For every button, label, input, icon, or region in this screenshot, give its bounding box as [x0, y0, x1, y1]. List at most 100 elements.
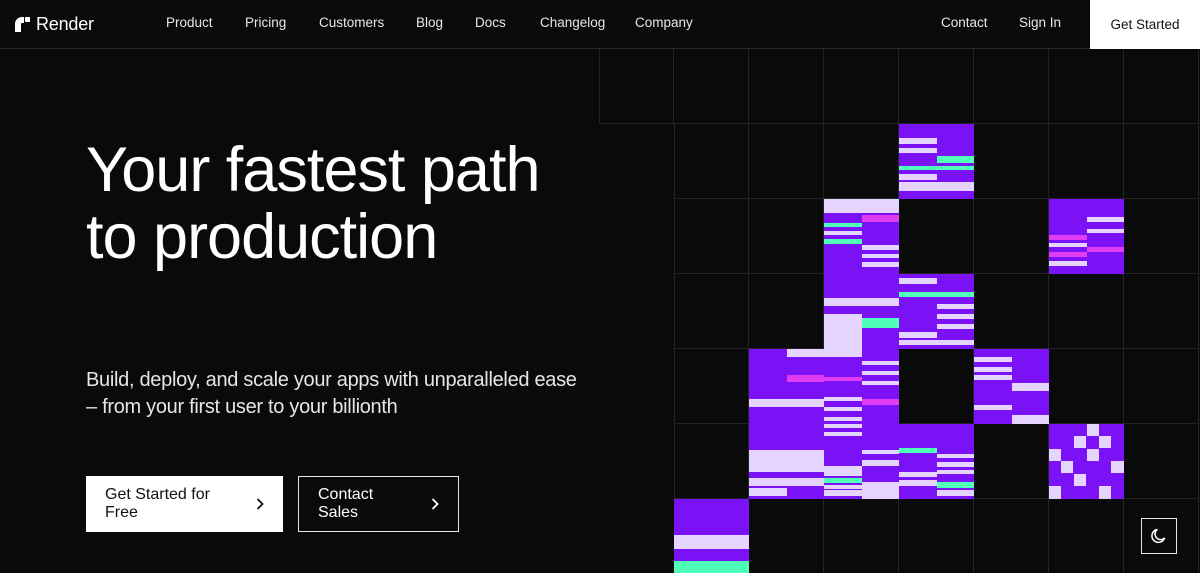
grid-cell — [749, 274, 824, 349]
tile-stripe — [899, 448, 937, 453]
grid-cell — [674, 49, 749, 124]
tile-stripe — [824, 298, 899, 306]
nav-link-blog[interactable]: Blog — [416, 15, 443, 30]
tile-stripe — [862, 254, 899, 258]
grid-cell — [674, 124, 749, 199]
hero-subline: Build, deploy, and scale your apps with … — [86, 369, 577, 418]
grid-tile — [1049, 199, 1124, 274]
tile-stripe — [899, 174, 937, 180]
tile-stripe — [1087, 229, 1124, 233]
top-nav: Render Product Pricing Customers Blog Do… — [0, 0, 1200, 49]
grid-tile — [674, 499, 749, 573]
grid-cell — [1049, 124, 1124, 199]
tile-stripe — [937, 156, 974, 163]
grid-cell — [1049, 49, 1124, 124]
nav-link-product[interactable]: Product — [166, 15, 213, 30]
tile-stripe — [824, 490, 862, 496]
brand-logo[interactable]: Render — [14, 12, 94, 36]
tile-stripe — [899, 472, 937, 477]
nav-link-changelog[interactable]: Changelog — [540, 15, 605, 30]
tile-stripe — [862, 361, 899, 365]
tile-stripe — [749, 399, 824, 407]
tile-stripe — [824, 478, 862, 483]
tile-stripe — [1049, 449, 1061, 461]
tile-stripe — [1087, 424, 1099, 436]
tile-stripe — [937, 462, 974, 467]
tile-stripe — [899, 480, 937, 486]
tile-stripe — [899, 278, 937, 284]
tile-stripe — [824, 314, 862, 349]
tile-stripe — [824, 466, 862, 476]
tile-stripe — [1087, 449, 1099, 461]
tile-stripe — [862, 460, 899, 466]
tile-stripe — [1099, 436, 1111, 448]
tile-stripe — [824, 231, 862, 235]
grid-cell — [674, 199, 749, 274]
tile-stripe — [824, 397, 862, 401]
grid-tile — [749, 424, 824, 499]
grid-tile — [899, 124, 974, 199]
tile-stripe — [824, 239, 862, 244]
grid-cell — [974, 124, 1049, 199]
tile-stripe — [862, 381, 899, 385]
nav-link-contact[interactable]: Contact — [941, 15, 988, 30]
tile-stripe — [937, 482, 974, 488]
tile-stripe — [899, 340, 974, 345]
tile-stripe — [1049, 235, 1087, 240]
tile-stripe — [1049, 243, 1087, 247]
tile-stripe — [824, 485, 862, 489]
grid-cell — [1124, 424, 1199, 499]
tile-stripe — [824, 407, 862, 411]
tile-stripe — [749, 478, 824, 486]
grid-cell — [749, 124, 824, 199]
tile-stripe — [862, 371, 899, 375]
nav-link-company[interactable]: Company — [635, 15, 693, 30]
grid-cell — [1049, 499, 1124, 573]
moon-icon — [1151, 528, 1166, 544]
get-started-free-button[interactable]: Get Started for Free — [86, 476, 283, 532]
grid-cell — [749, 199, 824, 274]
tile-stripe — [1049, 252, 1087, 257]
tile-stripe — [1087, 217, 1124, 222]
grid-tile — [899, 424, 974, 499]
tile-stripe — [1012, 415, 1049, 424]
grid-tile — [1049, 424, 1124, 499]
get-started-free-label: Get Started for Free — [105, 486, 210, 521]
tile-stripe — [937, 490, 974, 496]
grid-cell — [599, 49, 674, 124]
tile-stripe — [899, 166, 974, 170]
nav-link-docs[interactable]: Docs — [475, 15, 506, 30]
grid-cell — [1124, 124, 1199, 199]
grid-cell — [674, 274, 749, 349]
nav-link-sign-in[interactable]: Sign In — [1019, 15, 1061, 30]
get-started-button[interactable]: Get Started — [1090, 0, 1200, 49]
tile-stripe — [1111, 461, 1124, 473]
tile-stripe — [862, 215, 899, 222]
contact-sales-button[interactable]: Contact Sales — [298, 476, 459, 532]
theme-toggle-button[interactable] — [1141, 518, 1177, 554]
tile-stripe — [1074, 436, 1086, 448]
grid-cell — [899, 499, 974, 573]
tile-stripe — [1061, 461, 1073, 473]
grid-cell — [974, 274, 1049, 349]
nav-link-pricing[interactable]: Pricing — [245, 15, 286, 30]
grid-cell — [824, 124, 899, 199]
tile-stripe — [899, 148, 937, 153]
nav-link-customers[interactable]: Customers — [319, 15, 384, 30]
tile-stripe — [824, 199, 899, 213]
grid-tile — [824, 349, 899, 424]
grid-cell — [824, 499, 899, 573]
grid-cell — [1049, 349, 1124, 424]
tile-stripe — [824, 424, 862, 428]
tile-stripe — [1012, 383, 1049, 391]
grid-cell — [899, 49, 974, 124]
grid-cell — [899, 199, 974, 274]
grid-cell — [749, 49, 824, 124]
grid-cell — [674, 349, 749, 424]
grid-tile — [974, 349, 1049, 424]
tile-stripe — [974, 405, 1012, 410]
render-logo-icon — [15, 17, 30, 32]
contact-sales-label: Contact Sales — [318, 486, 374, 521]
tile-stripe — [1074, 474, 1086, 486]
tile-stripe — [674, 561, 749, 573]
